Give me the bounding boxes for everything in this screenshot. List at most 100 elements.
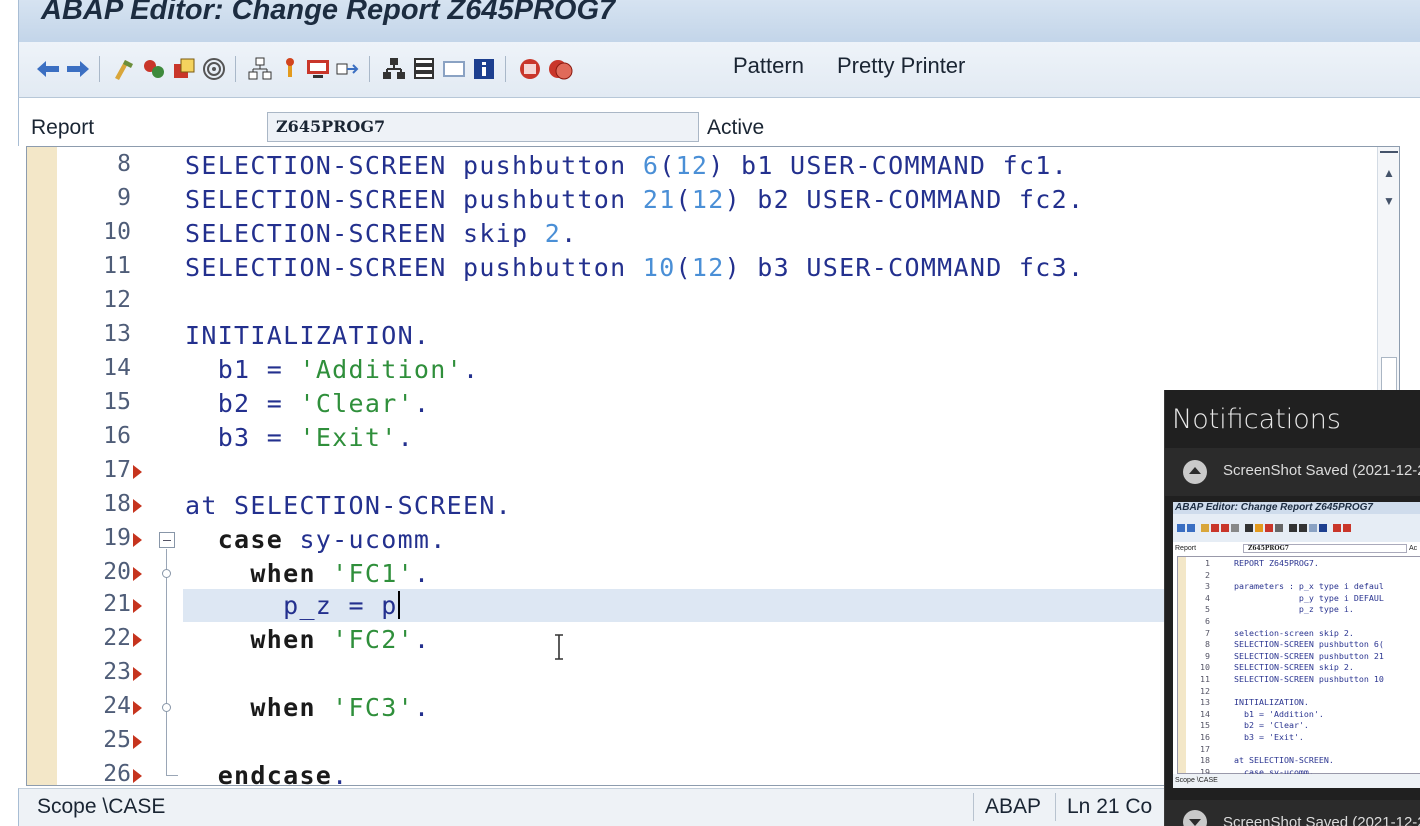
forward-arrow-icon[interactable] (65, 56, 91, 82)
fullscreen-icon[interactable] (441, 56, 467, 82)
display-object-icon[interactable] (305, 56, 331, 82)
code-text[interactable]: SELECTION-SCREEN skip 2. (185, 219, 577, 248)
thumbnail-status: Scope \CASE (1173, 774, 1420, 788)
notification-text: ScreenShot Saved (2021-12-2 (1223, 462, 1420, 479)
line-number: 13 (103, 321, 131, 347)
scope-indicator: Scope \CASE (37, 795, 166, 818)
line-number: 10 (103, 219, 131, 245)
report-label: Report (31, 116, 95, 139)
code-line[interactable]: 11 SELECTION-SCREEN pushbutton 10(12) b3… (27, 251, 1377, 285)
object-list-icon[interactable] (247, 56, 273, 82)
collapse-chevron-icon[interactable] (1183, 460, 1207, 484)
stack-icon[interactable] (411, 56, 437, 82)
line-number: 8 (117, 151, 131, 177)
code-line[interactable]: 8 SELECTION-SCREEN pushbutton 6(12) b1 U… (27, 149, 1377, 183)
notifications-title: Notifications (1172, 404, 1341, 435)
line-number: 22 (103, 625, 131, 651)
hierarchy-icon[interactable] (381, 56, 407, 82)
line-number: 21 (103, 591, 131, 617)
text-cursor-icon (555, 634, 563, 660)
notifications-panel: Notifications ScreenShot Saved (2021-12-… (1164, 390, 1420, 826)
line-number: 16 (103, 423, 131, 449)
line-number: 25 (103, 727, 131, 753)
line-number: 23 (103, 659, 131, 685)
change-marker-icon (133, 735, 142, 749)
code-line[interactable]: 14 b1 = 'Addition'. (27, 353, 1377, 387)
line-number: 12 (103, 287, 131, 313)
line-number: 18 (103, 491, 131, 517)
scroll-up-icon[interactable]: ▲ (1380, 161, 1398, 185)
thumbnail-toolbar (1173, 514, 1420, 542)
code-text[interactable]: when 'FC1'. (185, 559, 430, 588)
text-caret (397, 591, 400, 619)
line-number: 11 (103, 253, 131, 279)
change-marker-icon (133, 769, 142, 783)
report-name-field: Z645PROG7 (267, 112, 699, 142)
replace-icon[interactable] (547, 56, 573, 82)
line-number: 19 (103, 525, 131, 551)
fold-node-icon[interactable] (162, 703, 171, 712)
expand-chevron-icon[interactable] (1183, 810, 1207, 826)
back-arrow-icon[interactable] (35, 56, 61, 82)
code-text[interactable]: case sy-ucomm. (185, 525, 447, 554)
notification-item[interactable]: ScreenShot Saved (2021-12-2 (1165, 800, 1420, 826)
change-marker-icon (133, 499, 142, 513)
code-text[interactable]: endcase. (185, 761, 349, 785)
cursor-position: Ln 21 Co (1067, 795, 1153, 818)
report-header: Report Z645PROG7 Active (18, 98, 1420, 146)
navigate-icon[interactable] (335, 56, 361, 82)
line-number: 17 (103, 457, 131, 483)
code-line[interactable]: 13 INITIALIZATION. (27, 319, 1377, 353)
notification-item[interactable]: ScreenShot Saved (2021-12-2 (1165, 448, 1420, 496)
code-line[interactable]: 12 (27, 285, 1377, 319)
change-marker-icon (133, 633, 142, 647)
test-icon[interactable] (171, 56, 197, 82)
find-icon[interactable] (517, 56, 543, 82)
thumbnail-title: ABAP Editor: Change Report Z645PROG7 (1173, 502, 1420, 514)
line-number: 26 (103, 761, 131, 786)
pretty-printer-button[interactable]: Pretty Printer (837, 53, 965, 79)
breakpoint-icon[interactable] (277, 56, 303, 82)
code-text[interactable]: SELECTION-SCREEN pushbutton 6(12) b1 USE… (185, 151, 1068, 180)
screenshot-thumbnail[interactable]: ABAP Editor: Change Report Z645PROG7 Rep… (1173, 502, 1420, 788)
change-marker-icon (133, 667, 142, 681)
scroll-top-line (1380, 151, 1398, 153)
line-number: 9 (117, 185, 131, 211)
line-number: 20 (103, 559, 131, 585)
change-marker-icon (133, 701, 142, 715)
check-syntax-icon[interactable] (111, 56, 137, 82)
where-used-icon[interactable] (201, 56, 227, 82)
report-status: Active (707, 116, 765, 139)
activate-icon[interactable] (141, 56, 167, 82)
thumbnail-report: Report Z645PROG7 Ac (1173, 542, 1420, 556)
code-text[interactable]: SELECTION-SCREEN pushbutton 21(12) b2 US… (185, 185, 1084, 214)
code-text[interactable]: INITIALIZATION. (185, 321, 430, 350)
application-toolbar: Pattern Pretty Printer (18, 42, 1420, 98)
fold-node-icon[interactable] (162, 569, 171, 578)
code-text[interactable]: b3 = 'Exit'. (185, 423, 414, 452)
title-bar: ABAP Editor: Change Report Z645PROG7 (18, 0, 1420, 42)
scrollbar-thumb[interactable] (1381, 357, 1397, 393)
notification-text: ScreenShot Saved (2021-12-2 (1223, 814, 1420, 826)
change-marker-icon (133, 567, 142, 581)
line-number: 24 (103, 693, 131, 719)
fold-end-icon (166, 759, 178, 776)
line-number: 14 (103, 355, 131, 381)
change-marker-icon (133, 533, 142, 547)
code-text[interactable]: at SELECTION-SCREEN. (185, 491, 512, 520)
change-marker-icon (133, 599, 142, 613)
scroll-down-icon[interactable]: ▼ (1380, 189, 1398, 213)
code-text[interactable]: when 'FC2'. (185, 625, 430, 654)
thumbnail-editor: 1 REPORT Z645PROG7. 2 3 parameters : p_x t… (1177, 556, 1420, 777)
language-indicator: ABAP (985, 795, 1042, 818)
info-icon[interactable] (471, 56, 497, 82)
code-text[interactable]: when 'FC3'. (185, 693, 430, 722)
code-line[interactable]: 10 SELECTION-SCREEN skip 2. (27, 217, 1377, 251)
code-text[interactable]: b1 = 'Addition'. (185, 355, 479, 384)
code-text[interactable]: b2 = 'Clear'. (185, 389, 430, 418)
code-text[interactable]: SELECTION-SCREEN pushbutton 10(12) b3 US… (185, 253, 1084, 282)
pattern-button[interactable]: Pattern (733, 53, 804, 79)
code-text[interactable]: p_z = p (185, 591, 400, 620)
code-line[interactable]: 9 SELECTION-SCREEN pushbutton 21(12) b2 … (27, 183, 1377, 217)
collapse-block-icon[interactable] (159, 532, 175, 548)
